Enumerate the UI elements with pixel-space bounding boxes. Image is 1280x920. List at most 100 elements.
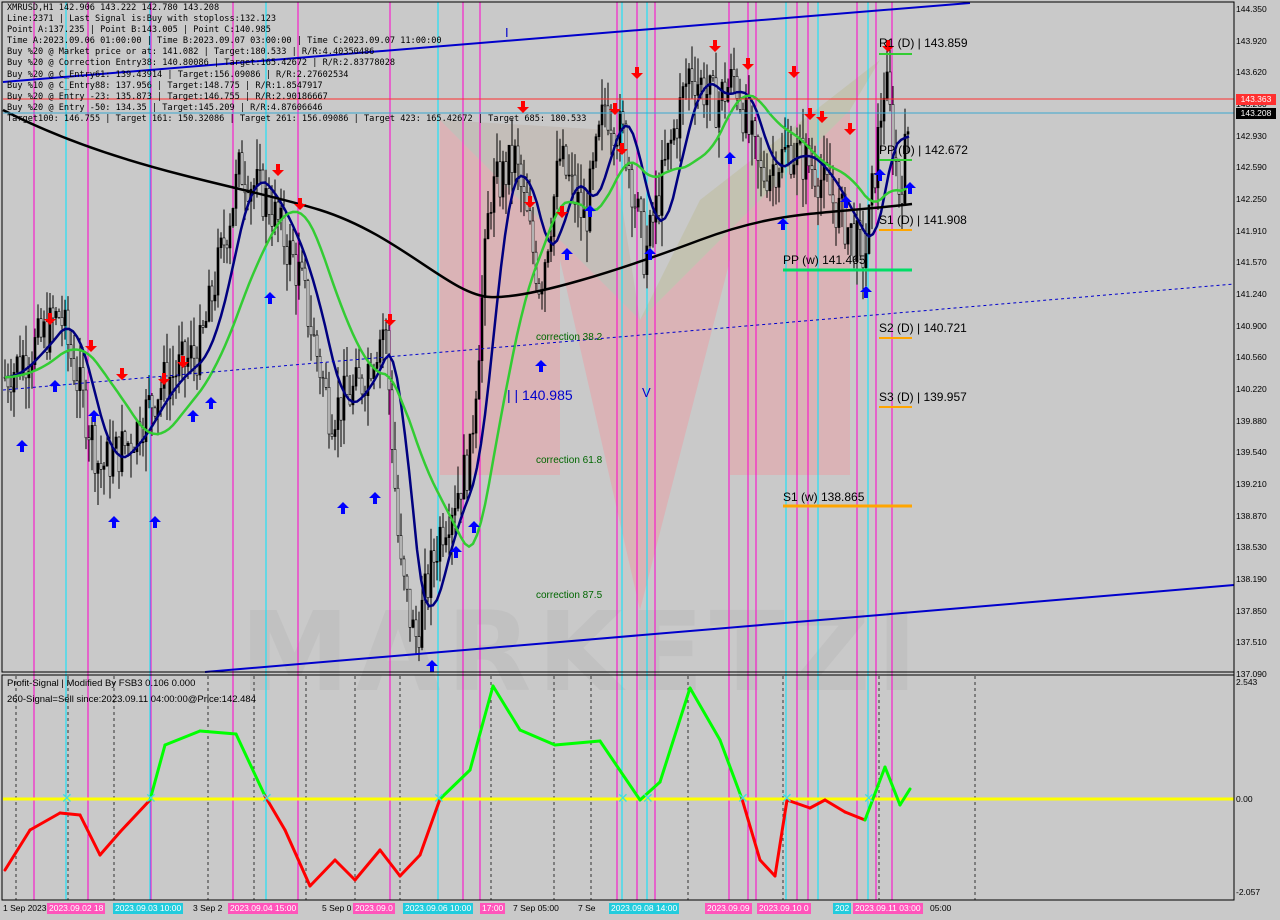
candle-body <box>159 388 163 401</box>
price-tick-label: 144.350 <box>1236 4 1267 14</box>
candle-body <box>624 123 628 166</box>
correction-38-label: correction 38.2 <box>536 332 603 343</box>
price-tick-label: 140.900 <box>1236 320 1267 331</box>
candle-body <box>906 131 910 135</box>
candle-body <box>729 68 733 88</box>
candle-body <box>651 214 655 223</box>
candle-body <box>300 261 304 269</box>
candle-body <box>414 619 418 637</box>
candle-body <box>147 395 151 401</box>
candle-body <box>594 136 598 162</box>
current-price-tag: 143.208 <box>1236 108 1276 119</box>
candle-body <box>687 68 691 85</box>
candle-body <box>465 454 469 491</box>
candle-body <box>453 508 457 516</box>
candle-body <box>516 145 520 165</box>
candle-body <box>888 71 892 105</box>
candle-body <box>849 223 853 228</box>
candle-body <box>546 251 550 263</box>
candle-body <box>315 334 319 357</box>
candle-body <box>36 318 40 338</box>
candle-body <box>57 311 61 318</box>
candle-body <box>357 367 361 379</box>
candle-body <box>711 75 715 79</box>
candle-body <box>309 326 313 336</box>
candle-body <box>72 358 76 382</box>
candle-body <box>420 599 424 648</box>
candle-body <box>717 100 721 128</box>
candle-body <box>60 317 64 326</box>
candle-body <box>642 211 646 275</box>
candle-body <box>588 168 592 232</box>
price-tick-label: 138.870 <box>1236 510 1267 521</box>
candle-body <box>303 267 307 281</box>
price-tick-label: 137.850 <box>1236 605 1267 616</box>
r1-daily-label: R1 (D) | 143.859 <box>879 36 968 50</box>
candle-body <box>411 619 415 628</box>
correction-87-label: correction 87.5 <box>536 590 603 601</box>
correction-61-label: correction 61.8 <box>536 455 603 466</box>
candle-body <box>174 375 178 378</box>
time-signal-box: 2023.09.08 14:00 <box>609 903 680 914</box>
candle-body <box>525 192 529 212</box>
candle-body <box>93 425 97 474</box>
candle-body <box>474 398 478 434</box>
candle-body <box>342 375 346 421</box>
indicator-axis-zero: 0.00 <box>1236 794 1253 804</box>
time-label: 7 Se <box>578 903 596 913</box>
pp-daily-label: PP (D) | 142.672 <box>879 143 968 157</box>
candle-body <box>780 149 784 173</box>
candle-body <box>621 111 625 125</box>
candle-body <box>360 377 364 395</box>
candle-body <box>810 165 814 170</box>
candle-body <box>204 320 208 328</box>
candle-body <box>786 145 790 148</box>
price-tick-label: 142.250 <box>1236 194 1267 204</box>
candle-body <box>495 161 499 177</box>
candle-body <box>402 558 406 577</box>
indicator-signal-segment <box>58 811 82 817</box>
cross-marker: ✕ <box>863 791 875 807</box>
candle-body <box>510 144 514 173</box>
candle-body <box>267 188 271 215</box>
price-tick-label: 140.220 <box>1236 384 1267 394</box>
cross-marker: ✕ <box>781 791 793 807</box>
candle-body <box>792 164 796 175</box>
candle-body <box>417 636 421 648</box>
candle-body <box>618 111 622 146</box>
candle-body <box>444 537 448 546</box>
pp-weekly-label: PP (w) 141.465 <box>783 253 866 267</box>
candle-body <box>627 165 631 170</box>
time-signal-box: 2023.09.06 10:00 <box>403 903 474 914</box>
indicator-signal-text: 260-Signal=Sell since:2023.09.11 04:00:0… <box>7 694 256 705</box>
candle-body <box>210 285 214 302</box>
candle-body <box>378 339 382 363</box>
wave-i-label: I <box>505 25 509 40</box>
price-tick-label: 141.240 <box>1236 289 1267 299</box>
candle-body <box>831 194 835 204</box>
info-line: Buy %10 @ C_Entry88: 137.956 | Target:14… <box>7 80 323 91</box>
candle-body <box>240 152 244 185</box>
candle-body <box>600 104 604 126</box>
candle-body <box>270 214 274 227</box>
cross-marker: ✕ <box>737 791 749 807</box>
candle-body <box>288 240 292 265</box>
candle-body <box>69 344 73 359</box>
candle-body <box>354 367 358 387</box>
cross-marker: ✕ <box>145 791 157 807</box>
info-line: Buy %20 @ C_Entry61: 139.43914 | Target:… <box>7 69 349 80</box>
candle-body <box>882 97 886 122</box>
candle-body <box>312 334 316 337</box>
candle-body <box>219 237 223 249</box>
symbol-header: XMRUSD,H1 142.906 143.222 142.780 143.20… <box>7 3 220 13</box>
candle-body <box>732 68 736 77</box>
candle-body <box>603 104 607 107</box>
time-signal-box: 202 <box>833 903 852 914</box>
candle-body <box>228 225 232 249</box>
candle-body <box>201 325 205 328</box>
time-signal-box: 2023.09.11 03:00 <box>853 903 923 914</box>
candle-body <box>492 176 496 213</box>
cross-marker: ✕ <box>433 791 445 807</box>
price-chart[interactable]: MARKETZI ✕ ✕ ✕ ✕ ✕ ✕ ✕ ✕ ✕ <box>0 0 1280 920</box>
time-signal-box: 2023.09.04 15:00 <box>228 903 299 914</box>
